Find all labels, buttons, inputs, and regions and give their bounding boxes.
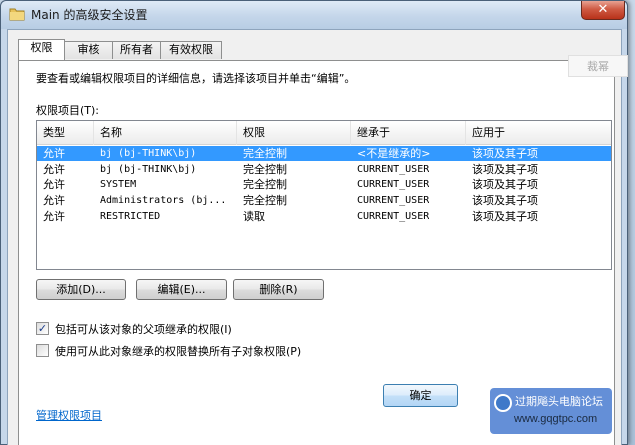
folder-icon bbox=[9, 7, 25, 21]
add-button[interactable]: 添加(D)... bbox=[36, 279, 126, 300]
tab-permissions[interactable]: 权限 bbox=[18, 39, 65, 60]
row-inherited-from: CURRENT_USER bbox=[357, 211, 430, 222]
permission-entries-list[interactable]: 类型 名称 权限 继承于 应用于 允许 bj (bj-THINK\bj) 完全控… bbox=[36, 120, 612, 270]
watermark-circle-icon bbox=[494, 394, 512, 412]
row-applies-to: 该项及其子项 bbox=[472, 194, 538, 207]
table-row[interactable]: 允许 bj (bj-THINK\bj) 完全控制 <不是继承的> 该项及其子项 bbox=[37, 146, 611, 161]
replace-child-permissions-checkbox[interactable] bbox=[36, 344, 49, 357]
row-permission: 读取 bbox=[243, 210, 265, 223]
row-inherited-from: CURRENT_USER bbox=[357, 195, 430, 206]
row-applies-to: 该项及其子项 bbox=[472, 210, 538, 223]
row-name: bj (bj-THINK\bj) bbox=[100, 148, 197, 159]
row-inherited-from: <不是继承的> bbox=[357, 147, 431, 160]
row-name: RESTRICTED bbox=[100, 211, 161, 222]
row-permission: 完全控制 bbox=[243, 163, 287, 176]
close-icon: ✕ bbox=[597, 2, 609, 17]
row-applies-to: 该项及其子项 bbox=[472, 147, 538, 160]
checkmark-icon: ✓ bbox=[37, 322, 48, 335]
remove-button[interactable]: 删除(R) bbox=[233, 279, 324, 300]
column-header-permission[interactable]: 权限 bbox=[237, 121, 351, 145]
row-type: 允许 bbox=[43, 194, 65, 207]
row-permission: 完全控制 bbox=[243, 147, 287, 160]
row-inherited-from: CURRENT_USER bbox=[357, 179, 430, 190]
permission-entries-label: 权限项目(T): bbox=[36, 104, 100, 117]
row-name: SYSTEM bbox=[100, 179, 137, 190]
table-row[interactable]: 允许 bj (bj-THINK\bj) 完全控制 CURRENT_USER 该项… bbox=[37, 162, 611, 177]
panel-description: 要查看或编辑权限项目的详细信息，请选择该项目并单击“编辑”。 bbox=[36, 72, 356, 85]
list-header: 类型 名称 权限 继承于 应用于 bbox=[37, 121, 611, 145]
manage-permissions-link[interactable]: 管理权限项目 bbox=[36, 407, 102, 423]
row-type: 允许 bbox=[43, 147, 65, 160]
inherit-permissions-label[interactable]: 包括可从该对象的父项继承的权限(I) bbox=[55, 321, 232, 337]
row-applies-to: 该项及其子项 bbox=[472, 178, 538, 191]
close-button[interactable]: ✕ bbox=[581, 1, 625, 20]
inherit-permissions-checkbox[interactable]: ✓ bbox=[36, 322, 49, 335]
title-bar[interactable]: Main 的高级安全设置 ✕ bbox=[1, 1, 627, 29]
watermark-logo: 过期飚头电脑论坛 www.gqgtpc.com bbox=[490, 388, 612, 434]
row-inherited-from: CURRENT_USER bbox=[357, 164, 430, 175]
tab-effective-permissions[interactable]: 有效权限 bbox=[160, 41, 222, 59]
watermark-title: 过期飚头电脑论坛 bbox=[515, 395, 603, 408]
row-name: bj (bj-THINK\bj) bbox=[100, 164, 197, 175]
row-type: 允许 bbox=[43, 178, 65, 191]
column-header-name[interactable]: 名称 bbox=[94, 121, 237, 145]
table-row[interactable]: 允许 RESTRICTED 读取 CURRENT_USER 该项及其子项 bbox=[37, 209, 611, 224]
row-permission: 完全控制 bbox=[243, 178, 287, 191]
tab-owner[interactable]: 所有者 bbox=[112, 41, 161, 59]
row-permission: 完全控制 bbox=[243, 194, 287, 207]
advanced-security-dialog: Main 的高级安全设置 ✕ 权限 审核 所有者 有效权限 要查看或编辑权限项目… bbox=[0, 0, 628, 445]
row-type: 允许 bbox=[43, 163, 65, 176]
row-name: Administrators (bj... bbox=[100, 195, 227, 206]
edit-button[interactable]: 编辑(E)... bbox=[136, 279, 227, 300]
ok-button[interactable]: 确定 bbox=[383, 384, 458, 407]
column-header-inherited-from[interactable]: 继承于 bbox=[351, 121, 466, 145]
table-row[interactable]: 允许 Administrators (bj... 完全控制 CURRENT_US… bbox=[37, 193, 611, 208]
dialog-client-area: 权限 审核 所有者 有效权限 要查看或编辑权限项目的详细信息，请选择该项目并单击… bbox=[7, 29, 622, 445]
table-row[interactable]: 允许 SYSTEM 完全控制 CURRENT_USER 该项及其子项 bbox=[37, 177, 611, 192]
replace-child-permissions-label[interactable]: 使用可从此对象继承的权限替换所有子对象权限(P) bbox=[55, 343, 301, 359]
background-ghost-button: 裁幂 bbox=[568, 55, 628, 77]
column-header-applies-to[interactable]: 应用于 bbox=[466, 121, 611, 145]
column-header-type[interactable]: 类型 bbox=[37, 121, 94, 145]
tab-auditing[interactable]: 审核 bbox=[64, 41, 113, 59]
watermark-url: www.gqgtpc.com bbox=[514, 413, 598, 425]
row-applies-to: 该项及其子项 bbox=[472, 163, 538, 176]
row-type: 允许 bbox=[43, 210, 65, 223]
window-title: Main 的高级安全设置 bbox=[31, 8, 148, 22]
